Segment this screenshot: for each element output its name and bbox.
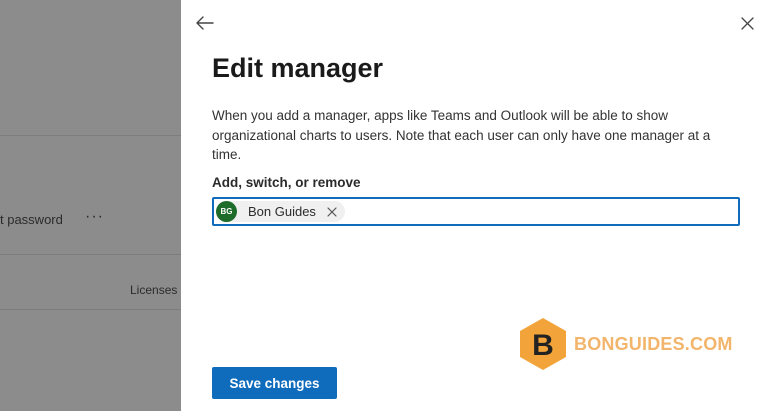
manager-field-label: Add, switch, or remove <box>212 175 361 190</box>
page-title: Edit manager <box>212 53 384 83</box>
close-icon <box>740 16 754 30</box>
watermark-text: BONGUIDES.COM <box>574 333 733 354</box>
watermark-logo-letter: B <box>532 329 554 362</box>
background-divider <box>0 309 181 310</box>
avatar: BG <box>216 201 237 222</box>
save-changes-button[interactable]: Save changes <box>212 367 337 399</box>
background-page: t password ··· Licenses <box>0 0 181 411</box>
arrow-left-icon <box>196 16 214 30</box>
selected-manager-chip: BG Bon Guides <box>216 201 345 222</box>
background-divider <box>0 254 181 255</box>
bonguides-logo-icon: B <box>520 318 566 370</box>
more-options-icon: ··· <box>85 208 104 225</box>
panel-description: When you add a manager, apps like Teams … <box>212 108 711 162</box>
remove-manager-button[interactable] <box>326 206 338 218</box>
background-row-label: t password <box>0 212 63 227</box>
close-button[interactable] <box>735 11 759 35</box>
licenses-column-header: Licenses <box>130 283 178 297</box>
background-divider <box>0 135 181 136</box>
manager-people-picker[interactable]: BG Bon Guides <box>212 197 740 226</box>
selected-manager-name: Bon Guides <box>248 204 316 219</box>
close-icon <box>327 206 337 217</box>
bonguides-watermark: B BONGUIDES.COM <box>518 316 733 372</box>
back-button[interactable] <box>193 11 217 35</box>
